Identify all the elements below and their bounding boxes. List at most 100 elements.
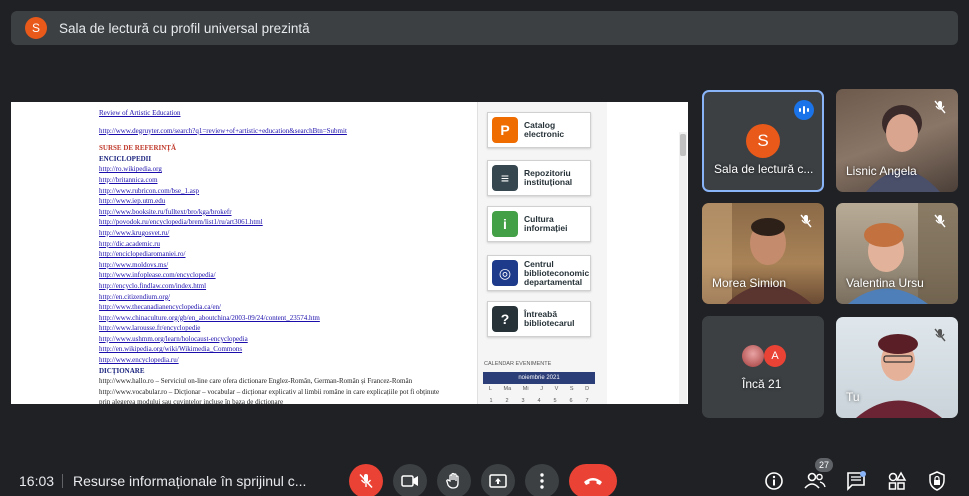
library-card[interactable]: ≡ Repozitoriu instituțional	[487, 160, 591, 196]
participant-avatar: S	[746, 124, 780, 158]
calendar-weekday: Mi	[522, 386, 529, 392]
library-card-label: Catalog electronic	[524, 120, 565, 139]
host-controls-button[interactable]	[924, 468, 950, 494]
hand-icon	[446, 472, 459, 489]
primo-icon: P	[492, 117, 518, 143]
doc-link[interactable]: http://ro.wikipedia.org	[99, 164, 479, 175]
calendar-title: CALENDAR EVENIMENTE	[484, 361, 552, 367]
doc-link[interactable]: http://www.rubricon.com/bse_1.asp	[99, 186, 479, 197]
doc-link[interactable]: http://www.infoplease.com/encyclopedia/	[99, 270, 479, 281]
more-vert-icon	[540, 473, 544, 489]
shared-scrollbar-track	[679, 132, 687, 404]
doc-text[interactable]: http://www.hallo.ro – Serviciul on-line …	[99, 376, 479, 387]
doc-link[interactable]: http://britannica.com	[99, 175, 479, 186]
mic-off-icon	[930, 211, 950, 231]
calendar-weekday: S	[569, 386, 574, 392]
participant-name: Tu	[846, 390, 860, 404]
leave-call-button[interactable]	[569, 464, 617, 496]
library-card-label: Întreabă bibliotecarul	[524, 309, 575, 328]
doc-link[interactable]: http://encyclo.findlaw.com/index.html	[99, 281, 479, 292]
shield-lock-icon	[929, 471, 945, 491]
camera-toggle-button[interactable]	[393, 464, 427, 496]
clock: 16:03	[19, 473, 55, 489]
doc-link[interactable]: http://www.moldovs.ms/	[99, 260, 479, 271]
doc-link[interactable]: http://www.larousse.fr/encyclopedie	[99, 323, 479, 334]
calendar-weekday: D	[585, 386, 590, 392]
people-count-badge: 27	[815, 458, 833, 472]
calendar-date[interactable]: 5	[553, 398, 556, 404]
participant-tile-others[interactable]: A Încă 21	[702, 316, 824, 418]
doc-text: prin alegerea modului sau cuvintelor inc…	[99, 398, 284, 404]
control-bar: 16:03 Resurse informaționale în sprijinu…	[0, 458, 969, 496]
library-card[interactable]: i Cultura informației	[487, 206, 591, 242]
other-participant-photo	[742, 345, 764, 367]
calendar-date[interactable]: 3	[521, 398, 524, 404]
activities-icon	[888, 471, 907, 490]
doc-link[interactable]: http://enciclopediaromaniei.ro/	[99, 249, 479, 260]
doc-link[interactable]: http://www.booksite.ru/fulltext/bro/kga/…	[99, 207, 479, 218]
shared-document: Review of Artistic Education http://www.d…	[99, 108, 479, 404]
presenter-avatar: S	[25, 17, 47, 39]
meeting-details-button[interactable]	[761, 468, 787, 494]
doc-link[interactable]: http://www.encyclopedia.ru/	[99, 355, 479, 366]
more-options-button[interactable]	[525, 464, 559, 496]
other-participant-avatar: A	[764, 345, 786, 367]
raise-hand-button[interactable]	[437, 464, 471, 496]
info-icon	[765, 472, 783, 490]
mic-off-icon	[930, 325, 950, 345]
participant-tile-self[interactable]: Tu	[836, 317, 958, 418]
doc-text[interactable]: http://www.vocabular.ro – Dicționar – vo…	[99, 387, 479, 398]
present-screen-button[interactable]	[481, 464, 515, 496]
doc-spacer	[99, 119, 479, 126]
participant-name: Sala de lectură c...	[714, 162, 814, 176]
doc-link[interactable]: http://en.wikipedia.org/wiki/Wikimedia_C…	[99, 344, 479, 355]
calendar-date[interactable]: 2	[505, 398, 508, 404]
library-card[interactable]: ◎ Centrul biblioteconomic departamental	[487, 255, 591, 291]
doc-heading: ENCICLOPEDII	[99, 154, 152, 163]
doc-link[interactable]: http://en.citizendium.org/	[99, 292, 479, 303]
doc-link[interactable]: Review of Artistic Education	[99, 108, 479, 119]
calendar-weekday: L	[488, 386, 492, 392]
speaking-indicator-icon	[794, 100, 814, 120]
presenting-label: Sala de lectură cu profil universal prez…	[59, 20, 310, 36]
participant-tile-valentina-ursu[interactable]: Valentina Ursu	[836, 203, 958, 304]
calendar-weekdays: L Ma Mi J V S D	[483, 386, 595, 392]
library-card[interactable]: P Catalog electronic	[487, 112, 591, 148]
people-icon	[804, 472, 826, 489]
doc-link[interactable]: http://povodok.ru/encyclopedia/brem/list…	[99, 217, 479, 228]
chat-icon	[847, 471, 866, 491]
library-card[interactable]: ? Întreabă bibliotecarul	[487, 301, 591, 337]
calendar-weekday: V	[554, 386, 559, 392]
doc-link[interactable]: http://www.thecanadianencyclopedia.ca/en…	[99, 302, 479, 313]
calendar-weekday: J	[540, 386, 543, 392]
layers-icon: ≡	[492, 165, 518, 191]
doc-link[interactable]: http://www.degruyter.com/search?q1=revie…	[99, 126, 479, 137]
participant-tile-presenter[interactable]: S Sala de lectură c...	[702, 90, 824, 192]
activities-button[interactable]	[884, 468, 910, 494]
calendar-date[interactable]: 6	[569, 398, 572, 404]
divider	[62, 474, 63, 488]
calendar-date[interactable]: 7	[585, 398, 588, 404]
chat-button[interactable]	[843, 468, 869, 494]
doc-link[interactable]: http://www.iep.utm.edu	[99, 196, 479, 207]
doc-link[interactable]: http://dic.academic.ru	[99, 239, 479, 250]
participant-tile-morea-simion[interactable]: Morea Simion	[702, 203, 824, 304]
doc-link[interactable]: http://www.chinaculture.org/gb/en_aboutc…	[99, 313, 479, 324]
shared-scrollbar-thumb	[680, 134, 686, 156]
doc-link[interactable]: http://www.krugosvet.ru/	[99, 228, 479, 239]
doc-link[interactable]: http://www.ushmm.org/learn/holocaust-enc…	[99, 334, 479, 345]
participant-tile-lisnic-angela[interactable]: Lisnic Angela	[836, 89, 958, 192]
meet-window: S Sala de lectură cu profil universal pr…	[0, 0, 969, 496]
camera-icon	[401, 475, 418, 487]
calendar-date[interactable]: 1	[489, 398, 492, 404]
meeting-title: Resurse informaționale în sprijinul c...	[73, 473, 307, 489]
doc-spacer	[99, 136, 479, 143]
calendar-dates: 1 2 3 4 5 6 7	[483, 398, 595, 404]
calendar-date[interactable]: 4	[537, 398, 540, 404]
library-card-label: Centrul biblioteconomic departamental	[524, 258, 590, 287]
shared-screen[interactable]: Review of Artistic Education http://www.d…	[11, 102, 688, 404]
mic-toggle-button[interactable]	[349, 464, 383, 496]
library-card-label: Repozitoriu instituțional	[524, 168, 573, 187]
present-icon	[489, 474, 507, 488]
calendar-month: noiembrie 2021	[483, 372, 595, 384]
